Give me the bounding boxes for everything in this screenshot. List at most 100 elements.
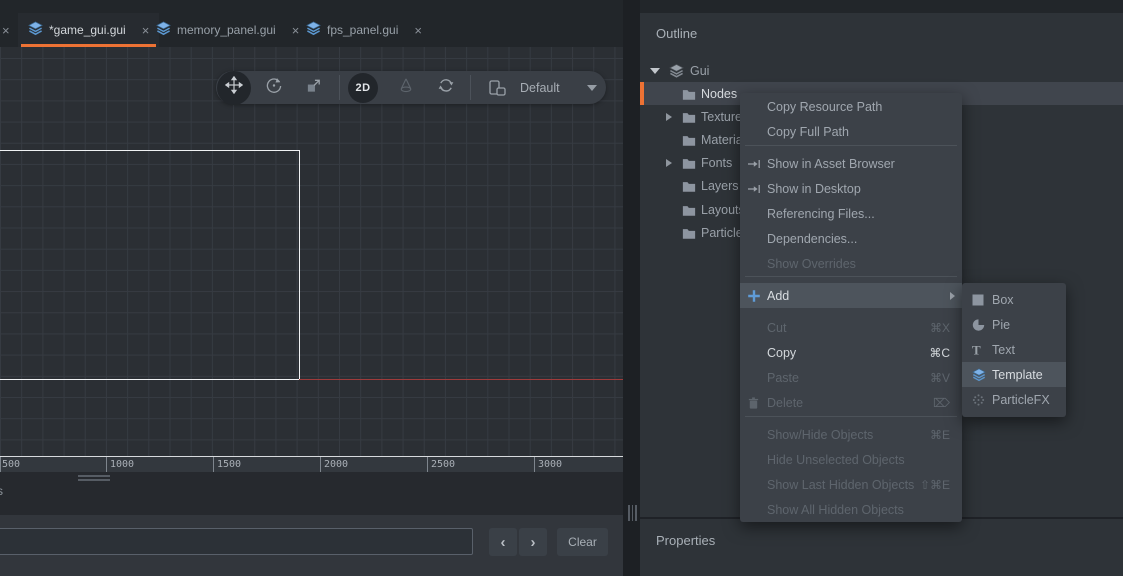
menu-item-add[interactable]: Add — [740, 283, 962, 308]
menu-item-label: Show/Hide Objects — [767, 428, 873, 442]
reset-camera-icon — [438, 77, 455, 99]
ruler-tick — [534, 457, 535, 473]
menu-item-label: Hide Unselected Objects — [767, 453, 905, 467]
submenu-item-template[interactable]: Template — [962, 362, 1066, 387]
menu-item-label: Copy — [767, 346, 796, 360]
device-orientation-icon — [487, 79, 507, 97]
context-menu: Copy Resource Path Copy Full Path Show i… — [740, 93, 962, 522]
move-icon — [225, 76, 243, 99]
folder-icon — [682, 156, 696, 169]
submenu-item-pie[interactable]: Pie — [962, 312, 1066, 337]
tab-fps-panel[interactable]: fps_panel.gui × — [296, 13, 432, 47]
toolbar-separator — [470, 75, 471, 100]
menu-item-show-in-desktop[interactable]: Show in Desktop — [740, 176, 962, 201]
ruler-label: 1000 — [110, 459, 134, 470]
chevron-down-icon — [587, 85, 597, 91]
chevron-right-icon[interactable] — [666, 113, 672, 121]
ruler-tick — [427, 457, 428, 473]
prev-match-button[interactable]: ‹ — [489, 528, 517, 556]
next-match-button[interactable]: › — [519, 528, 547, 556]
ruler-tick — [213, 457, 214, 473]
menu-item-label: Show Overrides — [767, 257, 856, 271]
chevron-right-icon: › — [531, 534, 536, 551]
horizontal-splitter-grip[interactable] — [78, 475, 110, 483]
scale-icon — [306, 77, 323, 99]
vertical-splitter-grip[interactable] — [628, 505, 637, 521]
template-icon — [28, 21, 43, 39]
submenu-item-text[interactable]: T Text — [962, 337, 1066, 362]
pie-icon — [972, 318, 985, 331]
template-icon — [156, 21, 171, 39]
tab-label: fps_panel.gui — [327, 23, 398, 37]
panel-divider — [623, 0, 640, 576]
menu-item-copy-resource-path[interactable]: Copy Resource Path — [740, 94, 962, 119]
scale-tool-button[interactable] — [306, 77, 323, 99]
ruler-label: 2000 — [324, 459, 348, 470]
tab-label: *game_gui.gui — [49, 23, 126, 37]
menu-item-copy-full-path[interactable]: Copy Full Path — [740, 119, 962, 144]
folder-icon — [682, 110, 696, 123]
console-bar: ‹ › Clear — [0, 515, 623, 576]
move-tool-button[interactable] — [217, 71, 251, 105]
submenu-item-particlefx[interactable]: ParticleFX — [962, 387, 1066, 412]
menu-item-label: Dependencies... — [767, 232, 857, 246]
close-icon[interactable]: × — [414, 24, 422, 37]
reset-camera-button[interactable] — [438, 77, 455, 99]
scene-viewport[interactable]: 2D Default — [0, 47, 623, 456]
folder-icon — [682, 179, 696, 192]
template-icon — [306, 21, 321, 39]
menu-item-label: Copy Resource Path — [767, 100, 882, 114]
template-icon — [972, 368, 986, 382]
chevron-right-icon[interactable] — [666, 159, 672, 167]
tab-memory-panel[interactable]: memory_panel.gui × — [146, 13, 309, 47]
editor-window: × *game_gui.gui × memory_panel.gui × fps… — [0, 0, 1123, 576]
close-icon[interactable]: × — [2, 13, 10, 47]
submenu-item-label: ParticleFX — [992, 393, 1050, 407]
menu-item-label: Cut — [767, 321, 786, 335]
chevron-down-icon[interactable] — [650, 68, 660, 74]
menu-item-show-all-hidden: Show All Hidden Objects — [740, 497, 962, 522]
clear-button[interactable]: Clear — [557, 528, 608, 556]
perspective-cone-icon — [398, 77, 415, 99]
menu-item-show-in-asset-browser[interactable]: Show in Asset Browser — [740, 151, 962, 176]
gui-bounds-rect — [0, 150, 300, 380]
tree-item-gui[interactable]: Gui — [640, 59, 1123, 82]
menu-separator — [745, 276, 957, 277]
tab-game-gui[interactable]: *game_gui.gui × — [18, 13, 159, 47]
search-input[interactable] — [0, 528, 473, 555]
menu-item-show-last-hidden: Show Last Hidden Objects ⇧⌘E — [740, 472, 962, 497]
menu-item-dependencies[interactable]: Dependencies... — [740, 226, 962, 251]
menu-item-hide-unselected: Hide Unselected Objects — [740, 447, 962, 472]
add-submenu: Box Pie T Text Template ParticleFX — [962, 283, 1066, 417]
menu-item-label: Add — [767, 289, 789, 303]
menu-item-copy[interactable]: Copy ⌘C — [740, 340, 962, 365]
2d-mode-button[interactable]: 2D — [348, 73, 378, 103]
perspective-button[interactable] — [398, 77, 415, 99]
clear-button-label: Clear — [568, 535, 597, 549]
panel-gap: s — [0, 472, 623, 515]
ruler-tick — [106, 457, 107, 473]
partial-panel-label: s — [0, 484, 3, 498]
menu-item-show-overrides: Show Overrides — [740, 251, 962, 276]
folder-icon — [682, 226, 696, 239]
menu-item-paste: Paste ⌘V — [740, 365, 962, 390]
ruler-label: 3000 — [538, 459, 562, 470]
menu-shortcut: ⇧⌘E — [920, 478, 950, 492]
ruler-label: 2500 — [431, 459, 455, 470]
horizontal-ruler: 500 1000 1500 2000 2500 3000 — [0, 456, 623, 472]
submenu-item-label: Text — [992, 343, 1015, 357]
menu-item-label: Paste — [767, 371, 799, 385]
camera-profile-dropdown[interactable] — [587, 85, 597, 91]
trash-icon — [747, 396, 760, 409]
outline-title: Outline — [656, 26, 697, 41]
rotate-tool-button[interactable] — [266, 77, 283, 99]
submenu-item-box[interactable]: Box — [962, 287, 1066, 312]
toolbar-separator — [339, 75, 340, 100]
properties-title: Properties — [656, 533, 715, 548]
menu-item-referencing-files[interactable]: Referencing Files... — [740, 201, 962, 226]
2d-mode-label: 2D — [355, 82, 370, 94]
menu-item-label: Show Last Hidden Objects — [767, 478, 914, 492]
submenu-item-label: Pie — [992, 318, 1010, 332]
show-in-icon — [747, 158, 761, 170]
viewport-toolbar: 2D Default — [216, 71, 606, 104]
